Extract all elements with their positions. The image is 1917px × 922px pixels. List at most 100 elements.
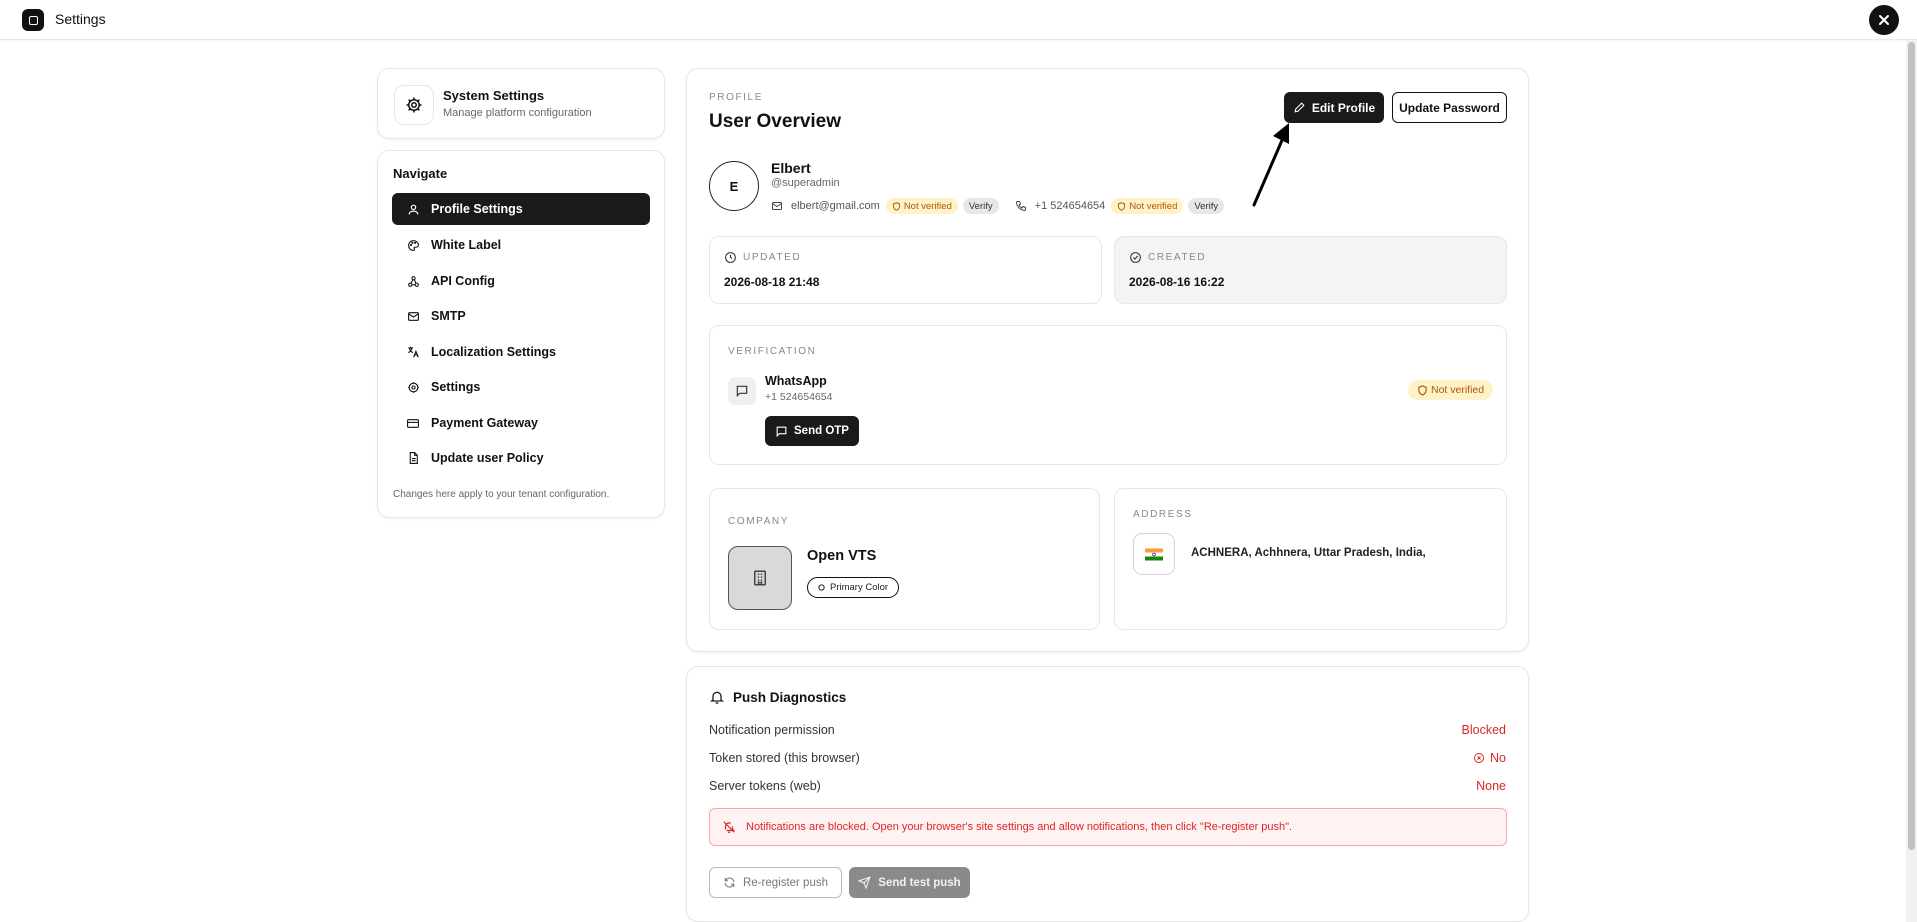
update-password-label: Update Password bbox=[1399, 100, 1500, 115]
verify-email-button[interactable]: Verify bbox=[962, 198, 999, 214]
refresh-icon bbox=[724, 877, 735, 888]
user-phone: +1 524654654 bbox=[1034, 200, 1106, 212]
page-title: User Overview bbox=[709, 111, 842, 132]
edit-profile-button[interactable]: Edit Profile bbox=[1284, 92, 1384, 123]
nav-title: Navigate bbox=[393, 166, 448, 181]
created-box: CREATED 2026-08-16 16:22 bbox=[1114, 236, 1507, 304]
updated-value: 2026-08-18 21:48 bbox=[724, 275, 820, 289]
diag-label-server-tokens: Server tokens (web) bbox=[709, 779, 821, 793]
phone-status-label: Not verified bbox=[1129, 200, 1178, 212]
address-box: ADDRESS ACHNERA, Achhnera, Uttar Pradesh… bbox=[1114, 488, 1507, 630]
sidebar-item-label: Update user Policy bbox=[431, 451, 544, 465]
address-value: ACHNERA, Achhnera, Uttar Pradesh, India, bbox=[1191, 547, 1426, 559]
diag-value-token: No bbox=[1473, 751, 1506, 765]
server-tokens-status: None bbox=[1476, 779, 1506, 793]
annotation-arrow-icon bbox=[1252, 123, 1289, 207]
verification-status-badge: Not verified bbox=[1408, 380, 1494, 400]
company-name: Open VTS bbox=[807, 548, 877, 564]
verification-label: VERIFICATION bbox=[728, 346, 817, 357]
company-box: COMPANY Open VTS Primary Color bbox=[709, 488, 1100, 630]
diag-value-permission: Blocked bbox=[1462, 723, 1506, 737]
sidebar-item-label: Localization Settings bbox=[431, 345, 557, 359]
push-title-row: Push Diagnostics bbox=[709, 689, 846, 705]
sidebar-item-label: Payment Gateway bbox=[431, 416, 538, 430]
edit-profile-label: Edit Profile bbox=[1311, 100, 1376, 115]
sidebar-item-settings[interactable]: Settings bbox=[392, 371, 650, 403]
verification-channel: WhatsApp bbox=[765, 374, 827, 388]
sidebar-item-profile-settings[interactable]: Profile Settings bbox=[392, 193, 650, 225]
updated-label: UPDATED bbox=[743, 252, 802, 263]
languages-icon bbox=[405, 344, 421, 360]
send-otp-button[interactable]: Send OTP bbox=[765, 416, 859, 446]
shield-icon bbox=[1418, 384, 1427, 396]
system-settings-subtitle: Manage platform configuration bbox=[443, 107, 592, 119]
sidebar-item-localization-settings[interactable]: Localization Settings bbox=[392, 336, 650, 368]
sidebar-item-label: Settings bbox=[431, 380, 481, 394]
updated-label-row: UPDATED bbox=[724, 251, 801, 264]
primary-color-label: Primary Color bbox=[830, 582, 889, 593]
sidebar-item-api-config[interactable]: API Config bbox=[392, 265, 650, 297]
phone-status-badge: Not verified bbox=[1111, 198, 1184, 214]
contact-row: elbert@gmail.com Not verified Verify +1 … bbox=[771, 197, 1225, 215]
re-register-push-button[interactable]: Re-register push bbox=[709, 867, 842, 898]
send-icon bbox=[858, 876, 872, 889]
document-icon bbox=[405, 450, 421, 466]
close-button[interactable] bbox=[1869, 5, 1899, 35]
sidebar-item-label: White Label bbox=[431, 238, 502, 252]
app-icon bbox=[22, 9, 44, 31]
navigation-card: Navigate Profile Settings White Label AP… bbox=[377, 150, 665, 518]
message-icon bbox=[728, 377, 756, 405]
palette-icon bbox=[405, 237, 421, 253]
avatar: E bbox=[709, 161, 759, 211]
verification-box: VERIFICATION WhatsApp +1 524654654 Not v… bbox=[709, 325, 1507, 465]
address-label: ADDRESS bbox=[1133, 509, 1193, 520]
re-register-label: Re-register push bbox=[742, 876, 828, 889]
sidebar-item-label: API Config bbox=[431, 274, 495, 288]
user-handle: @superadmin bbox=[771, 177, 840, 189]
profile-kicker: PROFILE bbox=[709, 92, 763, 103]
sidebar-item-smtp[interactable]: SMTP bbox=[392, 300, 650, 332]
sidebar-item-update-user-policy[interactable]: Update user Policy bbox=[392, 442, 650, 474]
update-password-button[interactable]: Update Password bbox=[1392, 92, 1507, 123]
circle-icon bbox=[818, 584, 825, 591]
sidebar-item-white-label[interactable]: White Label bbox=[392, 229, 650, 261]
send-test-label: Send test push bbox=[878, 876, 961, 889]
profile-card: PROFILE User Overview Edit Profile Updat… bbox=[686, 68, 1529, 652]
bell-off-icon bbox=[723, 821, 736, 833]
send-otp-label: Send OTP bbox=[794, 425, 849, 437]
shield-icon bbox=[1118, 201, 1126, 211]
mail-icon bbox=[772, 202, 782, 210]
gear-icon bbox=[405, 379, 421, 395]
created-label-row: CREATED bbox=[1129, 251, 1206, 264]
user-email: elbert@gmail.com bbox=[791, 200, 880, 212]
sidebar-item-payment-gateway[interactable]: Payment Gateway bbox=[392, 407, 650, 439]
system-settings-title: System Settings bbox=[443, 88, 545, 103]
send-test-push-button[interactable]: Send test push bbox=[849, 867, 970, 898]
message-icon bbox=[776, 426, 787, 437]
close-icon bbox=[1879, 15, 1889, 25]
x-circle-icon bbox=[1474, 753, 1485, 763]
permission-status: Blocked bbox=[1461, 723, 1506, 737]
phone-icon bbox=[1015, 201, 1026, 212]
pencil-icon bbox=[1294, 102, 1305, 113]
created-label: CREATED bbox=[1148, 252, 1207, 263]
window-title: Settings bbox=[55, 11, 106, 27]
scrollbar-thumb[interactable] bbox=[1908, 42, 1915, 850]
push-diagnostics-card: Push Diagnostics Notification permission… bbox=[686, 666, 1529, 922]
push-title: Push Diagnostics bbox=[733, 689, 847, 705]
system-settings-card: System Settings Manage platform configur… bbox=[377, 68, 665, 139]
sidebar-item-label: SMTP bbox=[431, 309, 466, 323]
alert-text: Notifications are blocked. Open your bro… bbox=[746, 821, 1293, 833]
diag-label-permission: Notification permission bbox=[709, 723, 835, 737]
diag-value-server-tokens: None bbox=[1476, 779, 1506, 793]
verification-status-label: Not verified bbox=[1431, 384, 1485, 396]
webhook-icon bbox=[405, 273, 421, 289]
building-icon bbox=[728, 546, 792, 610]
verify-phone-button[interactable]: Verify bbox=[1188, 198, 1225, 214]
created-value: 2026-08-16 16:22 bbox=[1129, 275, 1225, 289]
notifications-blocked-alert: Notifications are blocked. Open your bro… bbox=[709, 808, 1507, 846]
token-status: No bbox=[1490, 751, 1506, 765]
gear-icon bbox=[394, 85, 434, 125]
diag-label-token: Token stored (this browser) bbox=[709, 751, 860, 765]
check-circle-icon bbox=[1130, 252, 1141, 263]
